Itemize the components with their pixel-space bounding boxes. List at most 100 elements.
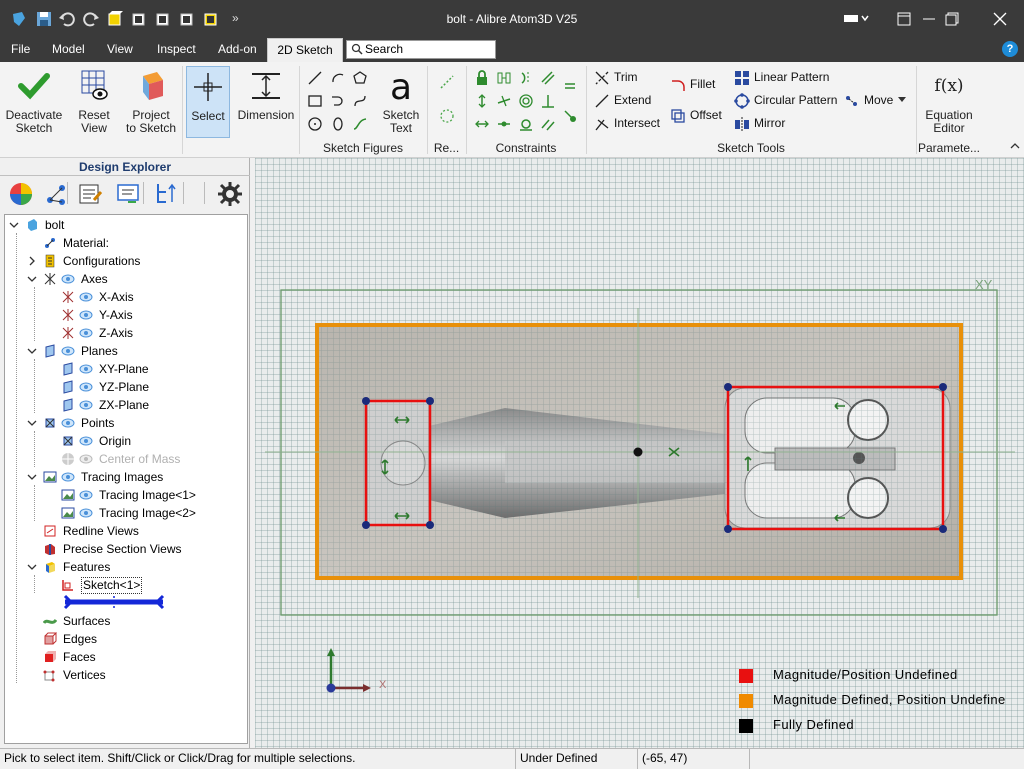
tree-label-surfaces: Surfaces [63, 614, 111, 628]
visibility-eye-icon[interactable] [79, 380, 93, 394]
horizontal-distance-icon[interactable] [474, 116, 490, 132]
parallel-constraint-icon[interactable] [540, 70, 556, 86]
menu-view[interactable]: View [107, 38, 133, 62]
ribbon-display-icon[interactable] [832, 0, 880, 38]
fillet-icon [672, 80, 685, 91]
reference-line-icon[interactable] [439, 74, 455, 90]
reference-circle-icon[interactable] [439, 108, 455, 124]
visibility-eye-icon[interactable] [79, 308, 93, 322]
visibility-eye-icon[interactable] [79, 506, 93, 520]
extend-button[interactable]: Extend [594, 91, 664, 111]
collapse-chevron-icon[interactable] [25, 272, 39, 286]
menu-model[interactable]: Model [52, 38, 85, 62]
visibility-eye-icon[interactable] [61, 416, 75, 430]
lock-constraint-icon[interactable] [474, 70, 490, 86]
tree-label-xy-plane: XY-Plane [99, 362, 149, 376]
project-to-sketch-button[interactable]: Project to Sketch [123, 66, 179, 138]
mirror-button[interactable]: Mirror [734, 114, 794, 134]
midpoint-constraint-icon[interactable] [496, 116, 512, 132]
features-icon [46, 562, 55, 573]
sketch-origin-point[interactable] [633, 447, 643, 457]
dimension-label: Dimension [237, 108, 295, 122]
vertical-constraint-icon[interactable] [474, 93, 490, 109]
constraint-settings-icon[interactable] [562, 108, 578, 124]
on-curve-constraint-icon[interactable] [518, 116, 534, 132]
perpendicular-constraint-icon[interactable] [540, 93, 556, 109]
line-tool-icon[interactable] [307, 70, 323, 86]
reset-view-button[interactable]: Reset View [70, 66, 118, 138]
circle-tool-icon[interactable] [307, 116, 323, 132]
fillet-label: Fillet [690, 77, 716, 91]
visibility-eye-icon[interactable] [79, 290, 93, 304]
tangent-constraint-icon[interactable] [518, 70, 534, 86]
fillet-button[interactable]: Fillet [670, 75, 730, 95]
mirror-label: Mirror [754, 116, 786, 130]
concentric-constraint-icon[interactable] [518, 93, 534, 109]
sketch-viewport[interactable]: XY X [255, 158, 1024, 748]
horizontal-constraint-icon[interactable] [496, 70, 512, 86]
status-coordinates: (-65, 47) [638, 749, 750, 769]
tree-label-tracing-images: Tracing Images [81, 470, 164, 484]
maximize-ribbon-icon[interactable] [880, 0, 928, 38]
settings-gear-icon[interactable] [216, 180, 244, 208]
linear-pattern-button[interactable]: Linear Pattern [734, 68, 830, 88]
sketch-text-icon: a [390, 68, 412, 104]
rollback-marker[interactable] [63, 594, 167, 610]
color-wheel-icon[interactable] [7, 180, 35, 208]
collapse-chevron-icon[interactable] [25, 560, 39, 574]
select-button[interactable]: Select [186, 66, 230, 138]
menu-inspect[interactable]: Inspect [157, 38, 196, 62]
symmetric-constraint-icon[interactable] [540, 116, 556, 132]
polygon-tool-icon[interactable] [352, 70, 368, 86]
equation-editor-button[interactable]: f(x) Equation Editor [920, 66, 978, 138]
collapse-chevron-icon[interactable] [7, 218, 21, 232]
collapse-chevron-icon[interactable] [25, 470, 39, 484]
restore-button[interactable] [928, 0, 976, 38]
close-button[interactable] [976, 0, 1024, 38]
export-view-icon[interactable] [114, 180, 142, 208]
search-input[interactable]: Search [346, 40, 496, 59]
rectangle-tool-icon[interactable] [307, 93, 323, 109]
visibility-eye-icon[interactable] [61, 470, 75, 484]
collapse-chevron-icon[interactable] [25, 416, 39, 430]
visibility-eye-icon[interactable] [79, 398, 93, 412]
dimension-button[interactable]: Dimension [236, 66, 296, 138]
tab-2d-sketch[interactable]: 2D Sketch [267, 38, 343, 62]
tree-label-faces: Faces [63, 650, 96, 664]
sketch-text-button[interactable]: a Sketch Text [378, 66, 424, 138]
tree-sort-icon[interactable] [152, 180, 180, 208]
slot-tool-icon[interactable] [352, 93, 368, 109]
spline-tool-icon[interactable] [352, 116, 368, 132]
move-dropdown[interactable]: Move [844, 91, 910, 111]
trim-button[interactable]: Trim [594, 68, 664, 88]
offset-button[interactable]: Offset [670, 106, 730, 126]
collinear-constraint-icon[interactable] [496, 93, 512, 109]
collapse-chevron-icon[interactable] [25, 344, 39, 358]
deactivate-sketch-button[interactable]: Deactivate Sketch [2, 66, 66, 138]
trim-label: Trim [614, 70, 638, 84]
visibility-eye-icon[interactable] [61, 272, 75, 286]
visibility-eye-icon[interactable] [79, 488, 93, 502]
visibility-eye-icon[interactable] [79, 434, 93, 448]
tangent-arc-tool-icon[interactable] [330, 93, 346, 109]
sketch-canvas[interactable]: XY X Magnitude/Position Undefined Magnit… [255, 158, 1024, 748]
visibility-eye-icon[interactable] [79, 326, 93, 340]
properties-icon[interactable] [76, 180, 104, 208]
equal-constraint-icon[interactable] [562, 78, 578, 94]
relations-icon[interactable] [42, 180, 70, 208]
expand-chevron-icon[interactable] [25, 254, 39, 268]
help-icon[interactable]: ? [1002, 41, 1018, 57]
center-of-mass-icon [62, 453, 74, 465]
visibility-eye-icon[interactable] [61, 344, 75, 358]
visibility-eye-icon[interactable] [79, 362, 93, 376]
collapse-ribbon-icon[interactable] [1010, 142, 1020, 150]
menu-add-on[interactable]: Add-on [218, 38, 257, 62]
visibility-eye-icon[interactable] [79, 452, 93, 466]
menu-file[interactable]: File [11, 38, 30, 62]
deactivate-sketch-label: Deactivate Sketch [5, 108, 63, 135]
circular-pattern-button[interactable]: Circular Pattern [734, 91, 837, 111]
arc-tool-icon[interactable] [330, 70, 346, 86]
offset-icon [671, 109, 685, 123]
intersect-button[interactable]: Intersect [594, 114, 664, 134]
ellipse-tool-icon[interactable] [330, 116, 346, 132]
